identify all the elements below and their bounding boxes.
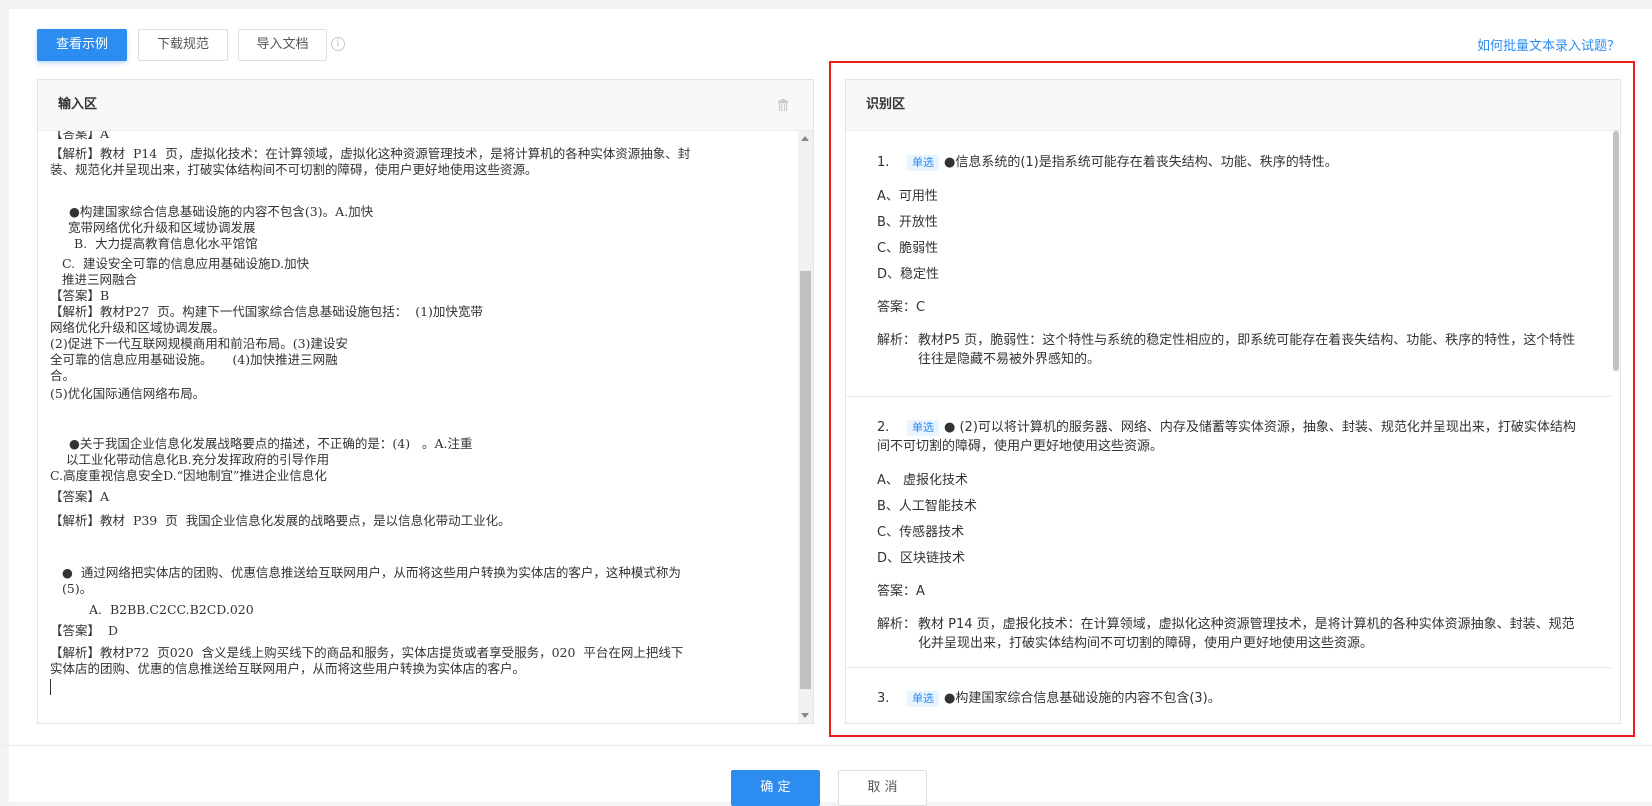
scroll-thumb[interactable] [800,271,811,689]
input-panel: 输入区 【答案】A 【解析】教材 P14 页，虚拟化技术：在计算领域，虚拟化这种… [37,79,814,724]
input-line: ●构建国家综合信息基础设施的内容不包含(3)。A.加快 [69,204,374,219]
input-line: ●关于我国企业信息化发展战略要点的描述，不正确的是：(4) 。A.注重 [69,436,473,451]
input-panel-header: 输入区 [38,80,813,131]
input-scrollbar[interactable] [798,131,813,723]
input-line: ● 通过网络把实体店的团购、优惠信息推送给互联网用户，从而将这些用户转换为实体店… [62,565,681,580]
input-textarea[interactable]: 【答案】A 【解析】教材 P14 页，虚拟化技术：在计算领域，虚拟化这种资源管理… [38,131,798,723]
batch-entry-help-link[interactable]: 如何批量文本录入试题？ [1477,35,1620,54]
trash-icon[interactable] [777,99,789,111]
input-line: 网络优化升级和区域协调发展。 [50,320,226,335]
input-line: 【解析】教材 P14 页，虚拟化技术：在计算领域，虚拟化这种资源管理技术，是将计… [50,146,691,161]
input-line: 全可靠的信息应用基础设施。 (4)加快推进三网融 [50,352,338,367]
scroll-up-arrow-icon[interactable] [801,136,809,141]
input-line: C. 建设安全可靠的信息应用基础设施D.加快 [62,256,310,271]
input-line: 【答案】A [50,131,110,141]
input-line: (5)优化国际通信网络布局。 [50,386,206,401]
input-panel-title: 输入区 [58,97,98,112]
input-line: (5)。 [62,581,93,596]
input-line: 合。 [50,368,76,383]
highlight-annotation-box [829,61,1635,737]
input-line: 推进三网融合 [62,272,138,287]
input-line: 【解析】教材P72 页020 含义是线上购买线下的商品和服务，实体店提货或者享受… [50,645,684,660]
footer-divider [0,745,1652,746]
input-line: 【答案】A [50,489,110,504]
info-icon[interactable]: i [331,37,345,51]
input-line: A. B2BB.C2CC.B2CD.020 [89,602,254,617]
input-line: (2)促进下一代互联网规模商用和前沿布局。(3)建设安 [50,336,348,351]
confirm-button[interactable]: 确 定 [731,770,820,806]
input-line: B. 大力提高教育信息化水平馆馆 [74,236,258,251]
input-line: 宽带网络优化升级和区域协调发展 [68,220,256,235]
import-doc-button[interactable]: 导入文档 [238,29,327,61]
text-cursor [50,679,51,695]
input-line: 以工业化带动信息化B.充分发挥政府的引导作用 [66,452,330,467]
input-line: 实体店的团购、优惠的信息推送给互联网用户，从而将这些用户转换为实体店的客户。 [50,661,526,676]
input-line: C.高度重视信息安全D.“因地制宜”推进企业信息化 [50,468,327,483]
view-example-button[interactable]: 查看示例 [37,29,127,61]
input-line: 【解析】教材 P39 页 我国企业信息化发展的战略要点，是以信息化带动工业化。 [50,513,511,528]
input-line: 【解析】教材P27 页。构建下一代国家综合信息基础设施包括： (1)加快宽带 [50,304,483,319]
input-line: 【答案】 D [50,623,118,638]
input-line: 装、规范化并呈现出来，打破实体结构间不可切割的障碍，使用户更好地使用这些资源。 [50,162,538,177]
download-spec-button[interactable]: 下载规范 [138,29,228,61]
cancel-button[interactable]: 取 消 [838,770,927,806]
input-line: 【答案】B [50,288,110,303]
scroll-down-arrow-icon[interactable] [801,713,809,718]
